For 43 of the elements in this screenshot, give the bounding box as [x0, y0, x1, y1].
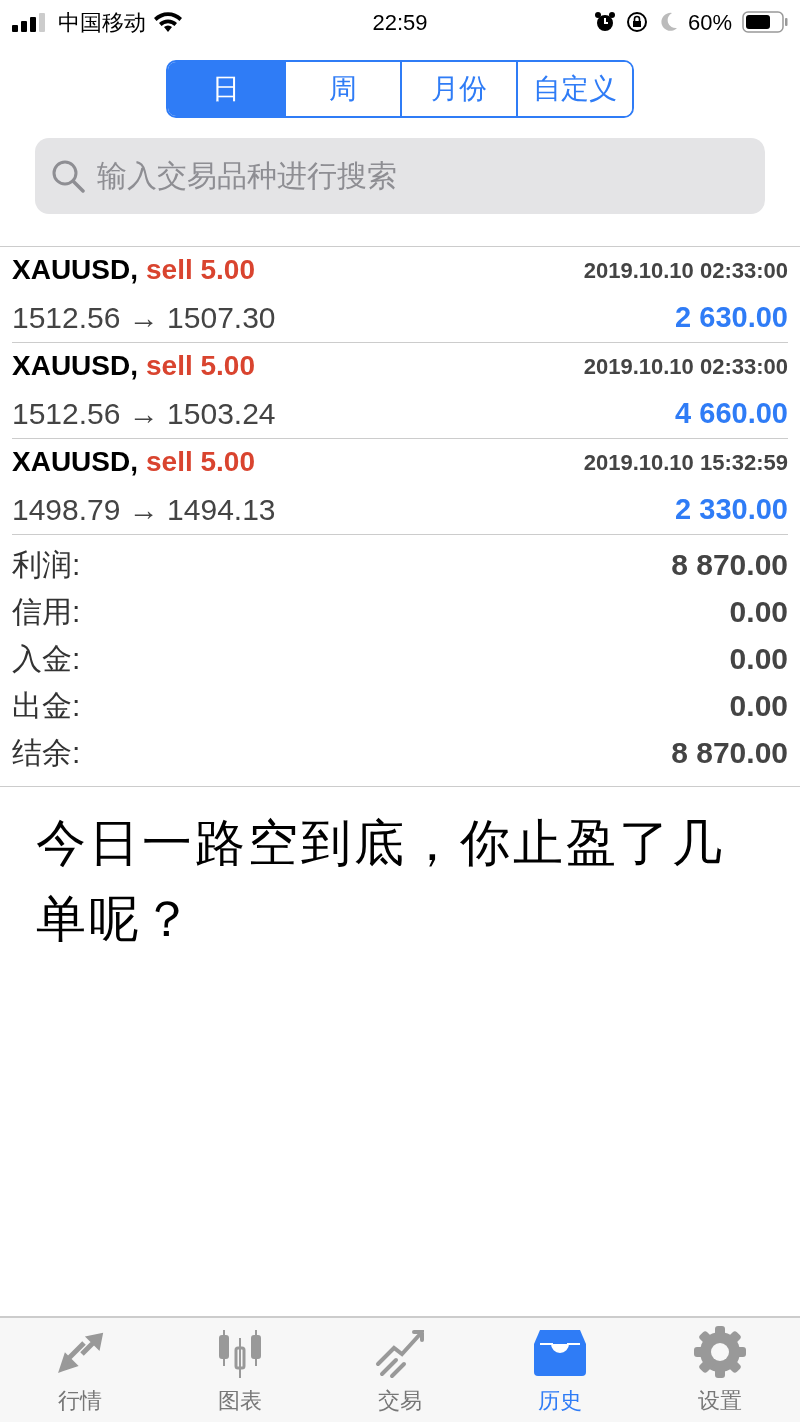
alarm-icon	[593, 11, 616, 33]
deal-profit: 4 660.00	[675, 395, 788, 431]
tab-bar-item[interactable]: 行情	[0, 1318, 160, 1422]
symbol-name: XAUUSD,	[12, 349, 138, 383]
summary-label: 入金:	[12, 641, 81, 677]
price-range: 1512.56 → 1507.30	[12, 300, 276, 336]
carrier-name: 中国移动	[58, 8, 146, 37]
deal-time: 2019.10.10 15:32:59	[583, 448, 788, 477]
symbol-name: XAUUSD,	[12, 253, 138, 287]
deal-time: 2019.10.10 02:33:00	[583, 256, 788, 285]
clock-time: 22:59	[372, 8, 428, 37]
period-tab[interactable]: 自定义	[516, 62, 632, 116]
summary-label: 结余:	[12, 735, 81, 771]
price-range: 1498.79 → 1494.13	[12, 492, 276, 528]
trade-action: sell 5.00	[146, 253, 255, 287]
summary-value: 0.00	[729, 594, 788, 630]
trade-action: sell 5.00	[146, 349, 255, 383]
price-range: 1512.56 → 1503.24	[12, 396, 276, 432]
summary-value: 0.00	[729, 641, 788, 677]
tab-bar-item[interactable]: 历史	[480, 1318, 640, 1422]
tab-bar-item[interactable]: 设置	[640, 1318, 800, 1422]
caption-text: 今日一路空到底，你止盈了几单呢？	[35, 813, 726, 950]
settings-icon	[692, 1323, 748, 1380]
tab-bar-item[interactable]: 图表	[160, 1318, 320, 1422]
period-tab[interactable]: 日	[168, 62, 284, 116]
summary-label: 出金:	[12, 688, 81, 724]
search-icon	[51, 159, 85, 193]
symbol-name: XAUUSD,	[12, 445, 138, 479]
tab-bar-item[interactable]: 交易	[320, 1318, 480, 1422]
battery-percent: 60%	[687, 8, 732, 37]
deal-profit: 2 630.00	[675, 299, 788, 335]
summary-value: 8 870.00	[671, 735, 788, 771]
summary-label: 利润:	[12, 547, 81, 583]
wifi-icon	[154, 12, 182, 32]
rotation-lock-icon	[625, 11, 648, 33]
summary-label: 信用:	[12, 594, 81, 630]
summary-value: 0.00	[729, 688, 788, 724]
summary-value: 8 870.00	[671, 547, 788, 583]
trade-action: sell 5.00	[146, 445, 255, 479]
deal-time: 2019.10.10 02:33:00	[583, 352, 788, 381]
deal-profit: 2 330.00	[675, 491, 788, 527]
search-field[interactable]: 输入交易品种进行搜索	[35, 138, 765, 214]
battery-icon	[742, 11, 788, 33]
